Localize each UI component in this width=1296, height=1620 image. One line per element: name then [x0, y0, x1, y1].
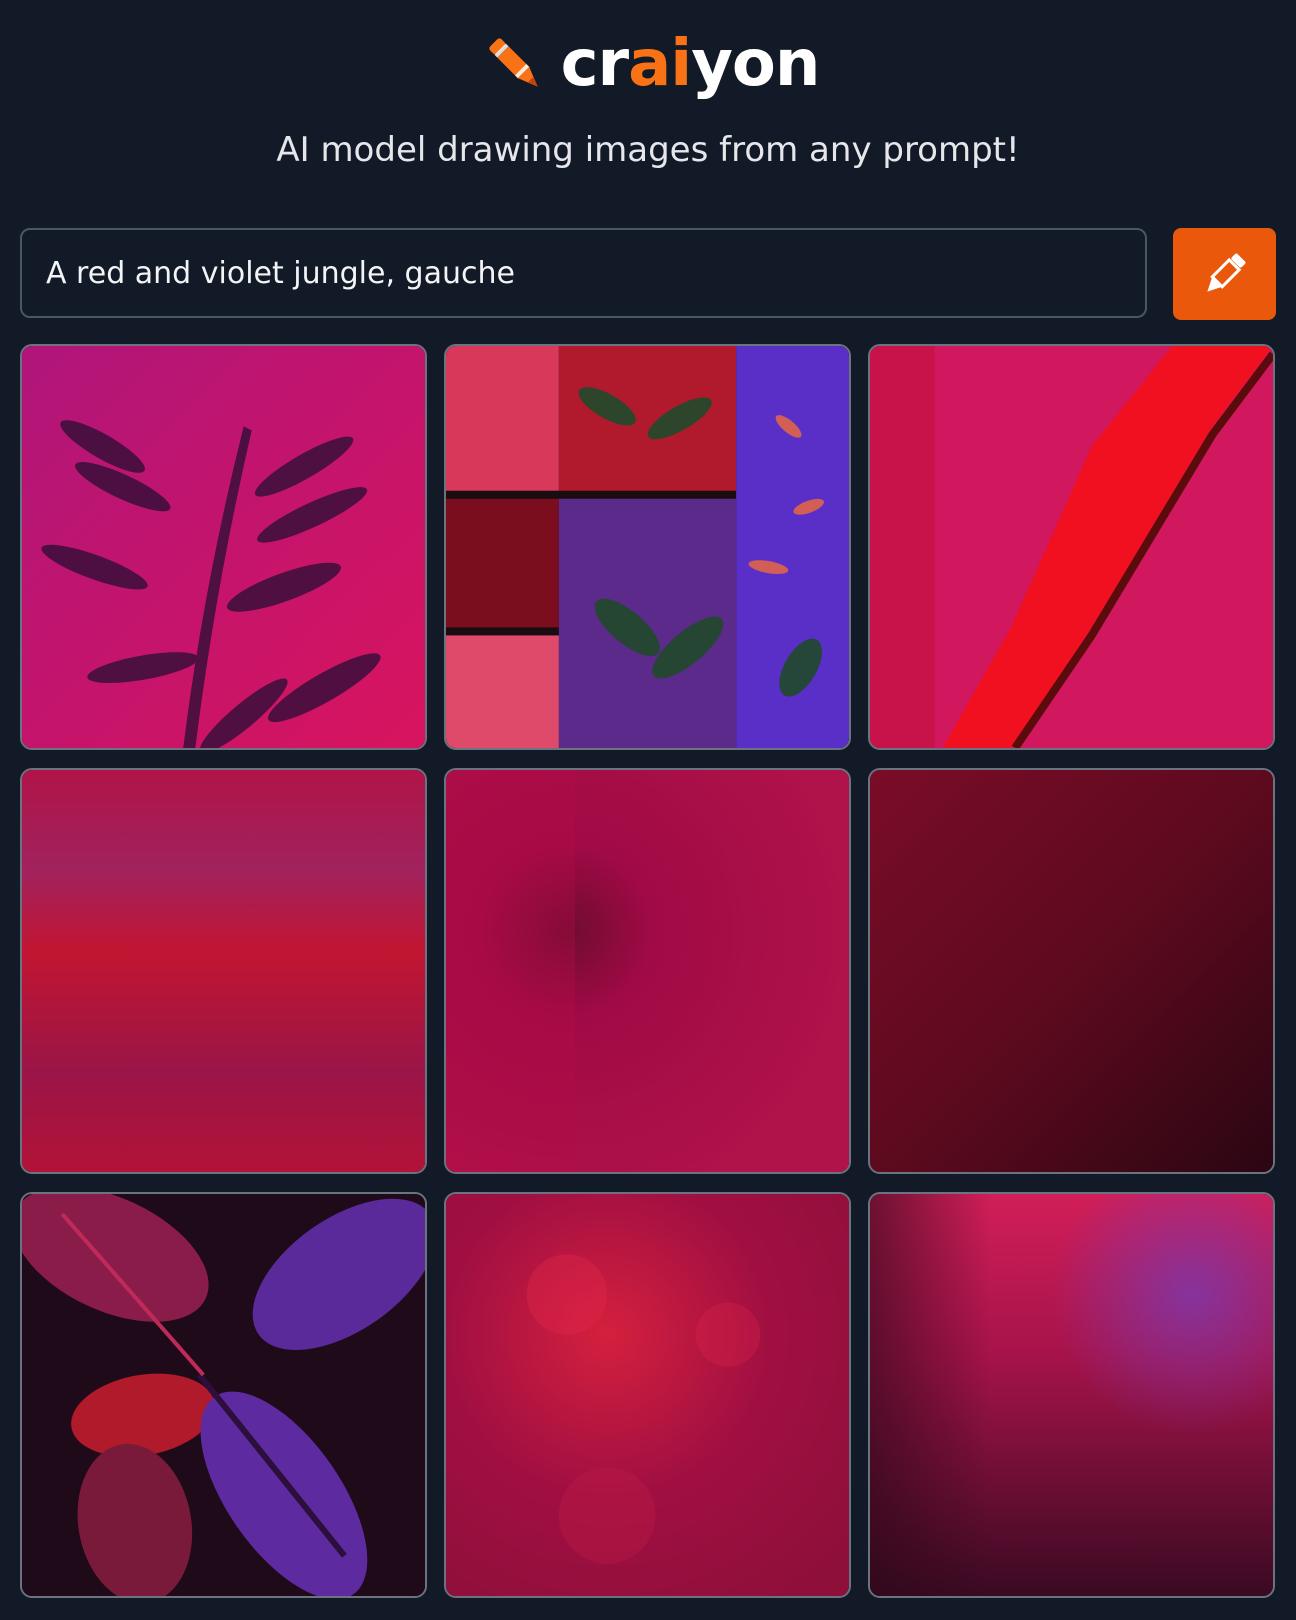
result-image-5[interactable] — [444, 768, 851, 1174]
pencil-icon — [1206, 253, 1245, 292]
header: craiyon — [0, 24, 1296, 104]
result-image-6[interactable] — [868, 768, 1275, 1174]
magenta-wash-image — [446, 770, 849, 1172]
result-image-3[interactable] — [868, 344, 1275, 750]
violet-leaves-image — [22, 1194, 425, 1596]
tagline: AI model drawing images from any prompt! — [276, 130, 1020, 170]
result-image-2[interactable] — [444, 344, 851, 750]
red-stripe-image — [870, 346, 1273, 748]
result-image-9[interactable] — [868, 1192, 1275, 1598]
crayon-logo-icon — [488, 38, 538, 87]
logo-text-suffix: yon — [691, 27, 820, 101]
logo[interactable]: craiyon — [477, 26, 820, 102]
red-haze-image — [446, 1194, 849, 1596]
logo-text-accent: ai — [628, 27, 692, 101]
dark-red-wash-image — [870, 770, 1273, 1172]
draw-button[interactable] — [1173, 228, 1276, 320]
red-purple-wash-image — [22, 770, 425, 1172]
logo-text: craiyon — [561, 32, 821, 96]
prompt-input[interactable] — [22, 255, 1145, 291]
jungle-leaves-image — [22, 346, 425, 748]
jungle-collage-image — [446, 346, 849, 748]
prompt-box — [20, 228, 1147, 318]
pink-violet-glow-image — [870, 1194, 1273, 1596]
logo-text-prefix: cr — [560, 27, 629, 101]
result-image-4[interactable] — [20, 768, 427, 1174]
result-image-8[interactable] — [444, 1192, 851, 1598]
result-image-7[interactable] — [20, 1192, 427, 1598]
result-image-1[interactable] — [20, 344, 427, 750]
